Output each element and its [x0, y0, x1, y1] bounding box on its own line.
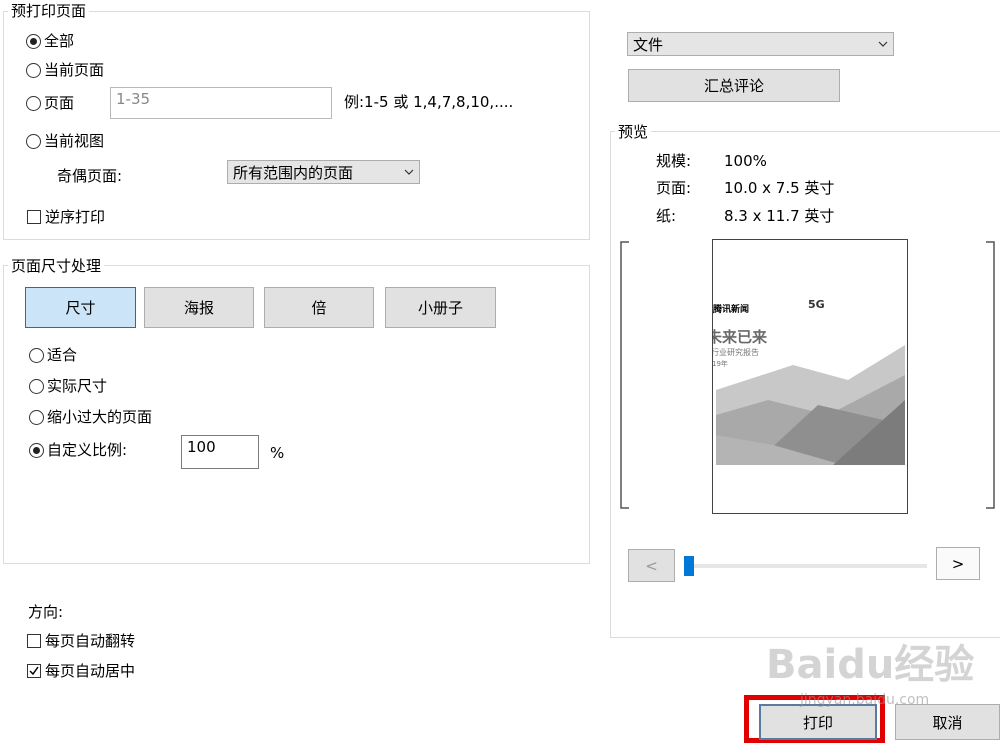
- radio-current-view[interactable]: 当前视图: [26, 132, 104, 150]
- radio-fit-indicator[interactable]: [29, 347, 44, 363]
- orientation-label: 方向:: [28, 603, 64, 621]
- summarize-comments-button[interactable]: 汇总评论: [628, 69, 840, 102]
- preview-bracket-left: [620, 241, 629, 509]
- tab-poster[interactable]: 海报: [144, 287, 254, 328]
- radio-shrink-label: 缩小过大的页面: [47, 408, 153, 426]
- radio-all-indicator[interactable]: [26, 33, 41, 49]
- radio-fit[interactable]: 适合: [29, 346, 77, 364]
- page-size-value: 10.0 x 7.5 英寸: [724, 179, 835, 197]
- radio-current-view-label: 当前视图: [44, 132, 105, 150]
- prev-page-button[interactable]: <: [628, 549, 675, 582]
- radio-custom-scale[interactable]: 自定义比例:: [29, 441, 127, 459]
- radio-shrink-indicator[interactable]: [29, 409, 44, 425]
- page-slider-track[interactable]: [687, 564, 927, 568]
- page-slider-thumb[interactable]: [684, 556, 694, 576]
- document-select-value: 文件: [633, 35, 664, 54]
- print-range-legend: 预打印页面: [8, 2, 90, 20]
- checkbox-reverse[interactable]: 逆序打印: [27, 208, 105, 226]
- page-sizing-legend: 页面尺寸处理: [8, 257, 105, 275]
- percent-sign: %: [270, 444, 285, 462]
- checkbox-auto-rotate-box[interactable]: [27, 634, 41, 648]
- preview-page: 腾讯新闻 5G 未来已来 行业研究报告 19年: [712, 239, 908, 514]
- radio-current-page-label: 当前页面: [44, 61, 105, 79]
- checkbox-auto-center-box[interactable]: [27, 664, 41, 678]
- checkbox-auto-rotate[interactable]: 每页自动翻转: [27, 632, 135, 650]
- radio-shrink[interactable]: 缩小过大的页面: [29, 408, 152, 426]
- paper-size-value: 8.3 x 11.7 英寸: [724, 207, 835, 225]
- preview-subtitle: 行业研究报告: [712, 348, 759, 357]
- checkbox-auto-center[interactable]: 每页自动居中: [27, 662, 135, 680]
- watermark-url: jingyan.baidu.com: [800, 692, 930, 708]
- radio-custom-scale-label: 自定义比例:: [47, 441, 128, 459]
- preview-logo-text: 腾讯新闻: [713, 305, 750, 315]
- odd-even-select[interactable]: 所有范围内的页面: [227, 160, 420, 184]
- pages-hint: 例:1-5 或 1,4,7,8,10,....: [344, 93, 514, 111]
- radio-current-view-indicator[interactable]: [26, 133, 41, 149]
- radio-pages-indicator[interactable]: [26, 95, 41, 111]
- odd-even-label: 奇偶页面:: [57, 167, 123, 185]
- preview-legend: 预览: [615, 123, 652, 141]
- preview-headline: 未来已来: [712, 328, 768, 346]
- radio-fit-label: 适合: [47, 346, 78, 364]
- checkbox-auto-rotate-label: 每页自动翻转: [45, 632, 136, 650]
- checkbox-auto-center-label: 每页自动居中: [45, 662, 136, 680]
- preview-artwork: [716, 345, 905, 465]
- radio-actual-size-label: 实际尺寸: [47, 377, 108, 395]
- pages-input[interactable]: 1-35: [110, 87, 332, 119]
- print-button[interactable]: 打印: [759, 704, 877, 740]
- custom-scale-input[interactable]: 100: [181, 435, 259, 469]
- paper-size-label: 纸:: [656, 207, 677, 225]
- print-range-group: [3, 11, 590, 240]
- scale-label: 规模:: [656, 152, 692, 170]
- preview-5g-text: 5G: [808, 298, 825, 311]
- radio-custom-scale-indicator[interactable]: [29, 442, 44, 458]
- checkbox-reverse-box[interactable]: [27, 210, 41, 224]
- document-select[interactable]: 文件: [627, 32, 894, 56]
- chevron-down-icon: [878, 41, 888, 47]
- preview-year: 19年: [712, 360, 728, 368]
- watermark-brand: Baidu经验: [766, 642, 975, 688]
- tab-booklet[interactable]: 小册子: [385, 287, 496, 328]
- chevron-down-icon: [404, 169, 414, 175]
- scale-value: 100%: [724, 152, 767, 170]
- page-size-label: 页面:: [656, 179, 692, 197]
- odd-even-value: 所有范围内的页面: [233, 163, 354, 182]
- radio-current-page-indicator[interactable]: [26, 62, 41, 78]
- cancel-button[interactable]: 取消: [895, 704, 1000, 740]
- radio-pages[interactable]: 页面: [26, 94, 74, 112]
- check-icon: [29, 666, 39, 676]
- radio-all[interactable]: 全部: [26, 32, 74, 50]
- radio-pages-label: 页面: [44, 94, 75, 112]
- next-page-button[interactable]: >: [936, 547, 980, 580]
- radio-all-label: 全部: [44, 32, 75, 50]
- checkbox-reverse-label: 逆序打印: [45, 208, 106, 226]
- preview-bracket-right: [986, 241, 995, 509]
- tab-multiple[interactable]: 倍: [264, 287, 374, 328]
- tab-size[interactable]: 尺寸: [25, 287, 136, 328]
- radio-actual-size-indicator[interactable]: [29, 378, 44, 394]
- radio-current-page[interactable]: 当前页面: [26, 61, 104, 79]
- radio-actual-size[interactable]: 实际尺寸: [29, 377, 107, 395]
